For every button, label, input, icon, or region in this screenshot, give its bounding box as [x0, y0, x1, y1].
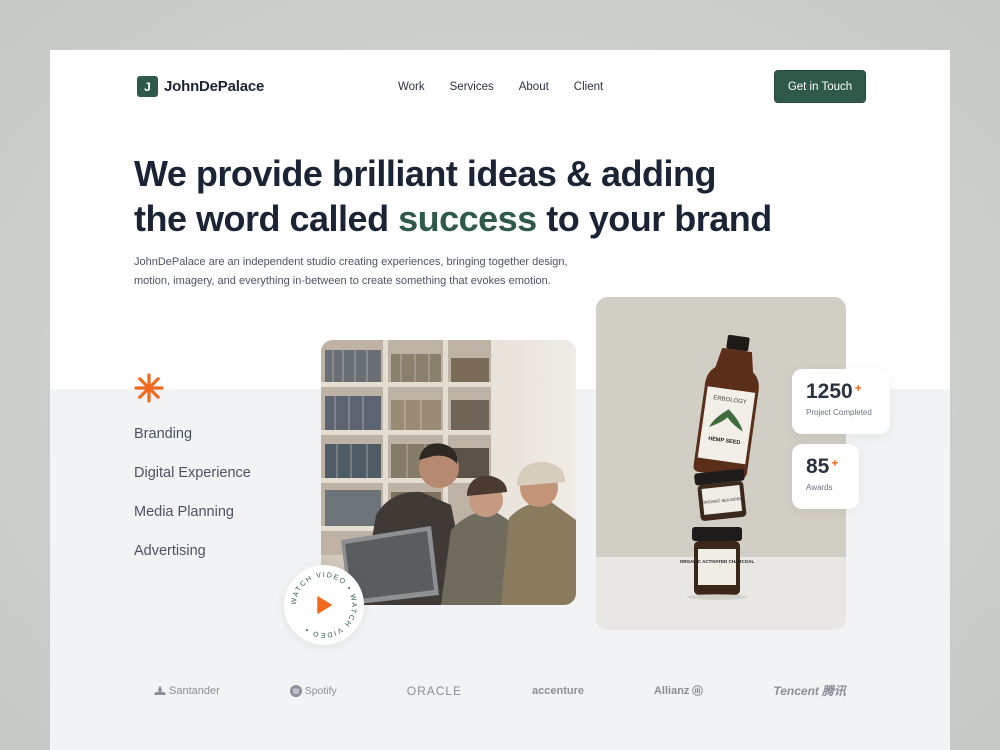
client-logos: Santander Spotify ORACLE accenture Allia… — [154, 682, 846, 699]
logo-icon: J — [137, 76, 158, 97]
stat-projects-value: 1250 + — [806, 380, 876, 404]
services-list: Branding Digital Experience Media Planni… — [134, 426, 251, 582]
headline-accent-word: success — [398, 198, 537, 239]
projects-count: 1250 — [806, 380, 853, 403]
stat-card-awards: 85 + Awards — [792, 444, 859, 509]
nav-item-client[interactable]: Client — [574, 81, 603, 93]
brand-name: JohnDePalace — [164, 78, 265, 95]
nav-item-services[interactable]: Services — [450, 81, 494, 93]
client-logo-santander: Santander — [154, 685, 220, 697]
get-in-touch-button[interactable]: Get in Touch — [774, 70, 866, 103]
nav-item-about[interactable]: About — [519, 81, 549, 93]
client-logo-spotify: Spotify — [289, 684, 337, 697]
client-logo-accenture: accenture — [532, 684, 585, 697]
client-logo-oracle: ORACLE — [406, 683, 463, 698]
description-line-1: JohnDePalace are an independent studio c… — [134, 256, 568, 268]
landing-page: J JohnDePalace Work Services About Clien… — [50, 50, 950, 750]
service-item-advertising[interactable]: Advertising — [134, 543, 251, 582]
stat-card-projects: 1250 + Project Completed — [792, 369, 890, 434]
awards-plus: + — [831, 456, 839, 470]
play-icon — [312, 593, 336, 617]
service-item-branding[interactable]: Branding — [134, 426, 251, 465]
service-item-media-planning[interactable]: Media Planning — [134, 504, 251, 543]
hero-description: JohnDePalace are an independent studio c… — [134, 253, 604, 291]
stat-awards-value: 85 + — [806, 455, 845, 479]
spotify-icon — [289, 684, 302, 697]
projects-label: Project Completed — [806, 408, 872, 417]
projects-plus: + — [854, 381, 862, 395]
hero-headline: We provide brilliant ideas & adding the … — [134, 151, 834, 241]
watch-video-button[interactable]: WATCH VIDEO • WATCH VIDEO • — [284, 565, 364, 645]
client-logo-tencent: Tencent 腾讯 — [773, 683, 846, 699]
main-nav: Work Services About Client — [398, 81, 603, 93]
client-logo-allianz: Allianz — [654, 685, 704, 697]
large-jar-label-text: ORGANIC ACTIVATED CHARCOAL — [680, 559, 755, 564]
headline-line-1: We provide brilliant ideas & adding — [134, 153, 716, 194]
headline-line-2-start: the word called — [134, 198, 389, 239]
description-line-2: motion, imagery, and everything in-betwe… — [134, 275, 551, 287]
allianz-eagle-icon — [692, 685, 704, 696]
brand-logo[interactable]: J JohnDePalace — [137, 76, 264, 97]
awards-label: Awards — [806, 483, 833, 492]
awards-count: 85 — [806, 455, 830, 478]
headline-line-2-end: to your brand — [546, 198, 772, 239]
santander-flame-icon — [154, 685, 166, 695]
asterisk-icon — [134, 373, 164, 408]
nav-item-work[interactable]: Work — [398, 81, 425, 93]
service-item-digital-experience[interactable]: Digital Experience — [134, 465, 251, 504]
